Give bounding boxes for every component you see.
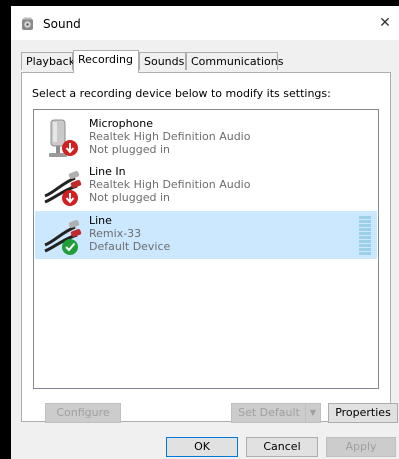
unplugged-badge-icon [62,140,78,156]
level-meter [359,216,371,256]
device-name: Microphone [89,117,154,130]
microphone-icon [49,119,78,157]
device-list[interactable]: Microphone Realtek High Definition Audio… [33,109,379,389]
chevron-down-icon[interactable]: ▼ [305,404,320,422]
device-item-microphone[interactable]: Microphone Realtek High Definition Audio… [35,114,377,162]
window-title: Sound [43,17,81,31]
device-driver: Realtek High Definition Audio [89,130,251,143]
device-item-line-in[interactable]: Line In Realtek High Definition Audio No… [35,162,377,210]
properties-button[interactable]: Properties [328,403,398,423]
device-driver: Realtek High Definition Audio [89,178,251,191]
title-bar: Sound ✕ [11,6,399,40]
tab-communications[interactable]: Communications [186,52,283,70]
device-status: Not plugged in [89,191,171,204]
speaker-icon [22,17,33,30]
device-item-line[interactable]: Line Remix-33 Default Device [35,211,377,259]
close-icon: ✕ [379,15,391,31]
unplugged-badge-icon [62,190,78,206]
device-name: Line [89,214,112,227]
recording-panel: Select a recording device below to modif… [21,72,398,423]
device-name: Line In [89,165,126,178]
rca-cable-icon [44,171,82,206]
tab-sounds[interactable]: Sounds [139,52,186,70]
device-status: Default Device [89,240,171,253]
instruction-text: Select a recording device below to modif… [32,87,331,100]
ok-button[interactable]: OK [166,437,238,457]
device-status: Not plugged in [89,143,171,156]
configure-button[interactable]: Configure [45,403,121,423]
cancel-button[interactable]: Cancel [246,437,318,457]
sound-dialog: Sound ✕ Playback Recording Sounds Commun… [11,6,399,459]
rca-cable-icon [44,220,82,255]
tab-recording[interactable]: Recording [73,50,139,73]
apply-button[interactable]: Apply [326,437,396,457]
default-device-check-icon [62,239,78,255]
set-default-button[interactable]: Set Default ▼ [231,403,321,423]
device-driver: Remix-33 [89,227,142,240]
tab-playback[interactable]: Playback [21,52,75,70]
set-default-label: Set Default [238,406,300,419]
close-button[interactable]: ✕ [373,13,397,33]
